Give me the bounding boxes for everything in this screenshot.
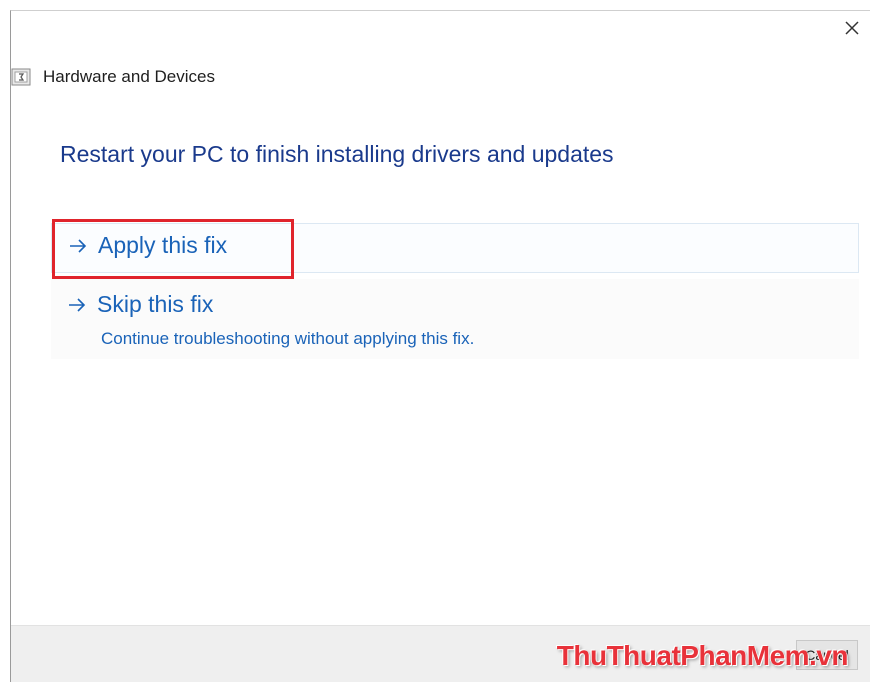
apply-fix-label[interactable]: Apply this fix <box>98 232 227 259</box>
arrow-right-icon <box>70 238 87 253</box>
troubleshooter-window: Hardware and Devices Restart your PC to … <box>10 10 870 682</box>
skip-fix-label[interactable]: Skip this fix <box>97 291 213 318</box>
skip-fix-option[interactable]: Skip this fix Continue troubleshooting w… <box>51 279 859 359</box>
app-header: Hardware and Devices <box>11 65 215 89</box>
skip-fix-description: Continue troubleshooting without applyin… <box>101 329 475 348</box>
apply-fix-option[interactable]: Apply this fix <box>51 223 859 273</box>
footer-bar: Cancel <box>11 625 870 682</box>
close-icon <box>845 21 859 35</box>
close-button[interactable] <box>834 13 870 43</box>
arrow-right-icon <box>69 297 86 312</box>
app-title: Hardware and Devices <box>43 67 215 86</box>
troubleshooter-icon <box>11 68 31 86</box>
page-heading: Restart your PC to finish installing dri… <box>60 141 614 167</box>
cancel-button[interactable]: Cancel <box>796 640 858 670</box>
